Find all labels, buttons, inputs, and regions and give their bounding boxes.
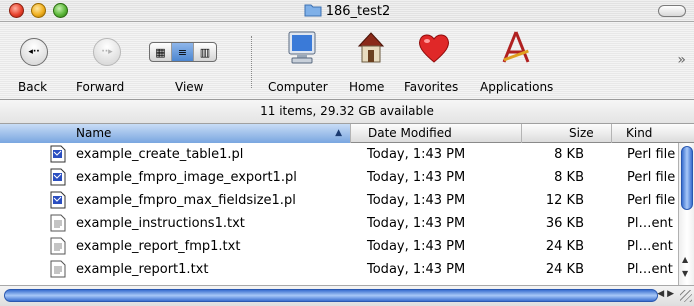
file-row[interactable]: example_report_fmp1.txt Today, 1:43 PM 2… — [0, 235, 678, 258]
kind-column-header[interactable]: Kind — [612, 124, 694, 143]
file-kind: Perl file — [627, 147, 676, 162]
file-kind: Pl…ent — [627, 262, 673, 277]
toolbar-toggle-button[interactable] — [658, 5, 686, 17]
file-list: example_create_table1.pl Today, 1:43 PM … — [0, 143, 678, 283]
view-label: View — [175, 80, 204, 94]
horizontal-scrollbar[interactable]: ◀ ▶ — [0, 285, 694, 306]
file-name: example_instructions1.txt — [76, 216, 245, 231]
toolbar-separator — [251, 36, 252, 88]
file-name: example_fmpro_max_fieldsize1.pl — [76, 193, 296, 208]
file-name: example_fmpro_image_export1.pl — [76, 170, 297, 185]
vertical-scrollbar[interactable]: ▲ ▼ — [678, 143, 694, 285]
forward-label[interactable]: Forward — [76, 80, 124, 94]
file-size: 8 KB — [554, 147, 584, 162]
forward-arrow-icon: ··▸ — [93, 38, 121, 66]
computer-icon — [288, 31, 316, 64]
file-name: example_report_fmp1.txt — [76, 239, 241, 254]
file-date: Today, 1:43 PM — [367, 147, 466, 162]
home-button[interactable] — [355, 28, 387, 71]
window-title-area: 186_test2 — [0, 3, 694, 19]
applications-icon — [502, 31, 530, 63]
vertical-scroll-thumb[interactable] — [681, 146, 693, 210]
file-size: 8 KB — [554, 170, 584, 185]
kind-column-label: Kind — [626, 126, 653, 140]
column-view-icon[interactable]: ▥ — [194, 43, 216, 61]
name-column-label: Name — [76, 126, 112, 140]
name-column-header[interactable]: Name ▲ — [0, 124, 351, 143]
date-column-label: Date Modified — [368, 126, 452, 140]
size-column-label: Size — [569, 126, 594, 140]
column-headers: Name ▲ Date Modified Size Kind — [0, 124, 694, 143]
perl-file-icon — [50, 168, 66, 186]
scroll-down-arrow-icon[interactable]: ▼ — [682, 269, 688, 278]
text-file-icon — [50, 260, 66, 278]
back-arrow-icon: ◂·· — [20, 38, 48, 66]
file-date: Today, 1:43 PM — [367, 216, 466, 231]
perl-file-icon — [50, 145, 66, 163]
file-row[interactable]: example_report1.txt Today, 1:43 PM 24 KB… — [0, 258, 678, 281]
size-column-header[interactable]: Size — [522, 124, 612, 143]
home-icon — [357, 32, 385, 63]
horizontal-scroll-thumb[interactable] — [4, 289, 658, 302]
file-date: Today, 1:43 PM — [367, 239, 466, 254]
toolbar-overflow-chevron-icon[interactable]: » — [677, 52, 686, 68]
scroll-up-arrow-icon[interactable]: ▲ — [682, 255, 688, 264]
toolbar: ◂·· Back ··▸ Forward ▦ ≡ ▥ View Computer — [0, 22, 694, 100]
computer-button[interactable] — [286, 28, 318, 71]
file-size: 12 KB — [545, 193, 584, 208]
window-title: 186_test2 — [325, 4, 391, 19]
back-button[interactable]: ◂·· — [20, 28, 48, 66]
scroll-left-right-arrows-icon[interactable]: ◀ ▶ — [657, 289, 674, 299]
file-date: Today, 1:43 PM — [367, 193, 466, 208]
text-file-icon — [50, 214, 66, 232]
applications-button[interactable] — [499, 28, 533, 71]
file-kind: Pl…ent — [627, 216, 673, 231]
file-row[interactable]: example_fmpro_max_fieldsize1.pl Today, 1… — [0, 189, 678, 212]
date-column-header[interactable]: Date Modified — [351, 124, 522, 143]
file-date: Today, 1:43 PM — [367, 262, 466, 277]
forward-button[interactable]: ··▸ — [93, 28, 121, 66]
file-row[interactable]: example_fmpro_image_export1.pl Today, 1:… — [0, 166, 678, 189]
icon-view-icon[interactable]: ▦ — [150, 43, 172, 61]
text-file-icon — [50, 237, 66, 255]
file-kind: Perl file — [627, 193, 676, 208]
favorites-label[interactable]: Favorites — [404, 80, 458, 94]
view-control[interactable]: ▦ ≡ ▥ — [149, 28, 217, 62]
file-name: example_create_table1.pl — [76, 147, 244, 162]
file-size: 36 KB — [545, 216, 584, 231]
perl-file-icon — [50, 191, 66, 209]
back-label[interactable]: Back — [18, 80, 47, 94]
computer-label[interactable]: Computer — [268, 80, 328, 94]
finder-window: 186_test2 ◂·· Back ··▸ Forward ▦ ≡ ▥ Vie… — [0, 0, 694, 306]
file-row[interactable]: example_create_table1.pl Today, 1:43 PM … — [0, 143, 678, 166]
file-kind: Perl file — [627, 170, 676, 185]
file-date: Today, 1:43 PM — [367, 170, 466, 185]
applications-label[interactable]: Applications — [480, 80, 553, 94]
favorites-button[interactable] — [416, 28, 452, 71]
list-view-icon[interactable]: ≡ — [172, 43, 194, 61]
heart-icon — [419, 34, 449, 63]
file-size: 24 KB — [545, 239, 584, 254]
folder-icon — [304, 4, 322, 17]
file-size: 24 KB — [545, 262, 584, 277]
status-bar: 11 items, 29.32 GB available — [0, 100, 694, 124]
home-label[interactable]: Home — [349, 80, 384, 94]
title-bar[interactable]: 186_test2 — [0, 0, 694, 22]
resize-grip-icon[interactable] — [680, 290, 692, 302]
file-kind: Pl…ent — [627, 239, 673, 254]
file-name: example_report1.txt — [76, 262, 209, 277]
sort-ascending-icon: ▲ — [335, 128, 342, 138]
file-row[interactable]: example_instructions1.txt Today, 1:43 PM… — [0, 212, 678, 235]
